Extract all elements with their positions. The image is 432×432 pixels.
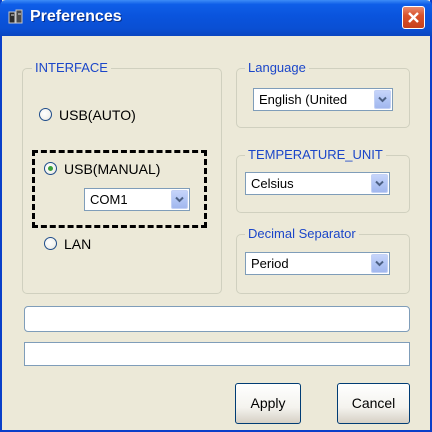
status-field-2[interactable] xyxy=(24,342,410,366)
radio-lan-label: LAN xyxy=(64,236,92,252)
highlight-box xyxy=(32,150,207,228)
chevron-down-icon xyxy=(378,96,387,103)
chevron-down-icon xyxy=(375,260,384,267)
language-select[interactable]: English (United xyxy=(253,88,393,111)
temperature-unit-select[interactable]: Celsius xyxy=(245,172,390,195)
interface-legend: INTERFACE xyxy=(32,60,111,76)
radio-button-icon[interactable] xyxy=(39,108,52,121)
title-bar[interactable]: Preferences xyxy=(0,0,432,36)
dropdown-arrow-button[interactable] xyxy=(371,174,388,193)
decimal-separator-select[interactable]: Period xyxy=(245,252,390,275)
decimal-separator-legend: Decimal Separator xyxy=(245,226,359,242)
apply-button[interactable]: Apply xyxy=(235,383,301,424)
dropdown-arrow-button[interactable] xyxy=(371,254,388,273)
app-icon xyxy=(8,9,23,24)
status-field-1[interactable] xyxy=(24,306,410,332)
temperature-unit-legend: TEMPERATURE_UNIT xyxy=(245,147,386,163)
temperature-unit-value: Celsius xyxy=(251,176,294,191)
preferences-dialog: Preferences INTERFACE USB(AUTO) USB(MANU… xyxy=(0,0,432,432)
language-value: English (United xyxy=(259,92,348,107)
close-button[interactable] xyxy=(402,6,425,29)
radio-usb-auto-label: USB(AUTO) xyxy=(59,107,136,123)
window-title: Preferences xyxy=(30,8,122,25)
decimal-separator-value: Period xyxy=(251,256,289,271)
radio-button-icon[interactable] xyxy=(44,237,57,250)
chevron-down-icon xyxy=(375,180,384,187)
close-icon xyxy=(408,12,419,23)
language-legend: Language xyxy=(245,60,309,76)
cancel-button[interactable]: Cancel xyxy=(337,383,410,424)
dropdown-arrow-button[interactable] xyxy=(374,90,391,109)
